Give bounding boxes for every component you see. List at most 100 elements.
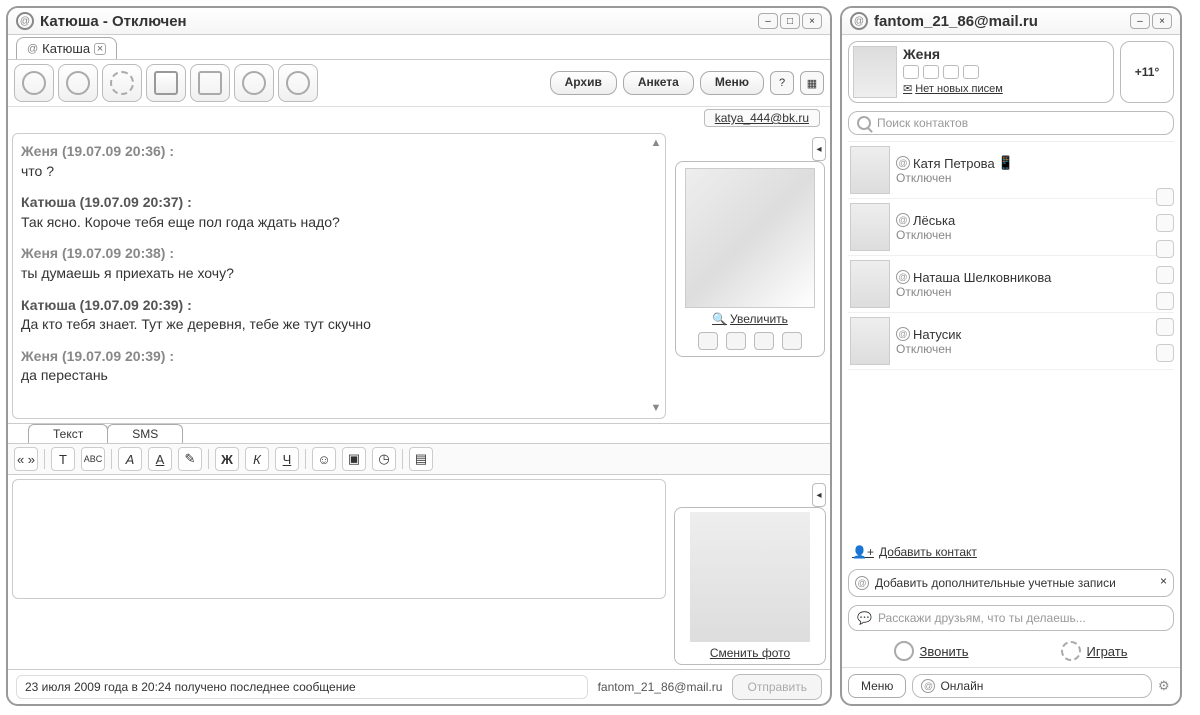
message-header: Катюша (19.07.09 20:39) : — [21, 296, 657, 316]
change-photo-link[interactable]: Сменить фото — [679, 646, 821, 660]
profile-icon-1[interactable] — [903, 65, 919, 79]
font-style-button[interactable]: A — [118, 447, 142, 471]
side-icon-6[interactable] — [1156, 318, 1174, 336]
enlarge-link[interactable]: 🔍 Увеличить — [682, 312, 818, 326]
own-email: fantom_21_86@mail.ru — [598, 680, 723, 694]
call-icon — [894, 641, 914, 661]
contact-item[interactable]: @ НатусикОтключен — [848, 313, 1174, 370]
contact-list[interactable]: @ Катя Петрова 📱Отключен@ ЛёськаОтключен… — [848, 141, 1174, 535]
add-contact-link[interactable]: 👤+ Добавить контакт — [842, 539, 1180, 565]
call-button[interactable]: Звонить — [894, 641, 968, 661]
emoji-button[interactable]: ☺ — [312, 447, 336, 471]
profile-icon-2[interactable] — [923, 65, 939, 79]
contact-name: @ Натусик — [896, 327, 1172, 342]
font-color-button[interactable]: A — [148, 447, 172, 471]
archive-button[interactable]: Архив — [550, 71, 617, 95]
zoom-icon: 🔍 — [712, 312, 727, 326]
side-icon-2[interactable] — [1156, 214, 1174, 232]
at-icon: @ — [896, 327, 910, 341]
contact-item[interactable]: @ ЛёськаОтключен — [848, 199, 1174, 256]
contact-name: @ Катя Петрова 📱 — [896, 155, 1172, 171]
menu-button[interactable]: Меню — [700, 71, 764, 95]
close-tab-icon[interactable]: × — [94, 43, 106, 55]
grid-button[interactable]: ▦ — [800, 71, 824, 95]
contact-item[interactable]: @ Наташа ШелковниковаОтключен — [848, 256, 1174, 313]
tool-note-button[interactable] — [190, 64, 230, 102]
collapse-self-avatar-button[interactable]: ◂ — [812, 483, 826, 507]
search-icon — [857, 116, 871, 130]
chat-tab[interactable]: @ Катюша × — [16, 37, 117, 59]
message-text: да перестань — [21, 366, 657, 386]
contact-avatar — [850, 146, 890, 194]
side-icon-4[interactable] — [1156, 266, 1174, 284]
at-icon: @ — [855, 576, 869, 590]
contact-item[interactable]: @ Катя Петрова 📱Отключен — [848, 142, 1174, 199]
profile-card[interactable]: Женя ✉ Нет новых писем — [848, 41, 1114, 103]
tool-music-button[interactable] — [278, 64, 318, 102]
at-icon: @ — [896, 156, 910, 170]
weather-widget[interactable]: +11° — [1120, 41, 1174, 103]
avatar-action-4[interactable] — [782, 332, 802, 350]
status-input[interactable]: 💬 Расскажи друзьям, что ты делаешь... — [848, 605, 1174, 631]
add-accounts-box[interactable]: @ Добавить дополнительные учетные записи… — [848, 569, 1174, 597]
contact-avatar — [850, 260, 890, 308]
highlight-button[interactable]: ✎ — [178, 447, 202, 471]
side-icon-5[interactable] — [1156, 292, 1174, 310]
search-contacts-input[interactable]: Поиск контактов — [848, 111, 1174, 135]
last-message-status: 23 июля 2009 года в 20:24 получено после… — [16, 675, 588, 699]
tool-share-button[interactable] — [102, 64, 142, 102]
close-button[interactable]: × — [802, 13, 822, 29]
help-button[interactable]: ? — [770, 71, 794, 95]
message-input[interactable] — [12, 479, 666, 599]
at-icon: @ — [27, 43, 38, 55]
settings-icon[interactable]: ⚙ — [1158, 678, 1174, 694]
side-icon-3[interactable] — [1156, 240, 1174, 258]
tv-button[interactable]: ▣ — [342, 447, 366, 471]
chat-toolbar: Архив Анкета Меню ? ▦ — [8, 60, 830, 107]
tool-save-button[interactable] — [146, 64, 186, 102]
maximize-button[interactable]: □ — [780, 13, 800, 29]
no-mail-link[interactable]: ✉ Нет новых писем — [903, 82, 1109, 95]
at-icon: @ — [921, 679, 935, 693]
profile-button[interactable]: Анкета — [623, 71, 694, 95]
tool-people-button[interactable] — [234, 64, 274, 102]
attach-button[interactable]: ▤ — [409, 447, 433, 471]
spellcheck-button[interactable]: ABC — [81, 447, 105, 471]
side-icon-7[interactable] — [1156, 344, 1174, 362]
tool-globe-button[interactable] — [14, 64, 54, 102]
underline-button[interactable]: Ч — [275, 447, 299, 471]
font-t-button[interactable]: T — [51, 447, 75, 471]
input-tab-sms[interactable]: SMS — [107, 424, 183, 443]
profile-icon-3[interactable] — [943, 65, 959, 79]
avatar-action-2[interactable] — [726, 332, 746, 350]
message-history[interactable]: ▲ ▼ Женя (19.07.09 20:36) :что ?Катюша (… — [12, 133, 666, 419]
input-tab-text[interactable]: Текст — [28, 424, 108, 443]
avatar-action-1[interactable] — [698, 332, 718, 350]
bold-button[interactable]: Ж — [215, 447, 239, 471]
message-text: Так ясно. Короче тебя еще пол года ждать… — [21, 213, 657, 233]
app-icon: @ — [16, 12, 34, 30]
contact-status: Отключен — [896, 228, 1172, 242]
chat-tabs: @ Катюша × — [8, 35, 830, 60]
send-button[interactable]: Отправить — [732, 674, 822, 700]
contact-email[interactable]: katya_444@bk.ru — [704, 109, 820, 127]
quote-button[interactable]: « » — [14, 447, 38, 471]
minimize-button[interactable]: – — [1130, 13, 1150, 29]
profile-icon-4[interactable] — [963, 65, 979, 79]
side-icon-1[interactable] — [1156, 188, 1174, 206]
avatar-action-3[interactable] — [754, 332, 774, 350]
scroll-up-icon[interactable]: ▲ — [649, 136, 663, 151]
minimize-button[interactable]: – — [758, 13, 778, 29]
italic-button[interactable]: К — [245, 447, 269, 471]
contact-avatar — [850, 317, 890, 365]
close-button[interactable]: × — [1152, 13, 1172, 29]
bottom-menu-button[interactable]: Меню — [848, 674, 906, 698]
play-button[interactable]: Играть — [1061, 641, 1127, 661]
online-status[interactable]: @ Онлайн — [912, 674, 1152, 698]
profile-name: Женя — [903, 46, 1109, 62]
close-accounts-icon[interactable]: × — [1160, 574, 1167, 588]
tool-disc-button[interactable] — [58, 64, 98, 102]
scroll-down-icon[interactable]: ▼ — [649, 401, 663, 416]
clock-button[interactable]: ◷ — [372, 447, 396, 471]
collapse-avatar-button[interactable]: ◂ — [812, 137, 826, 161]
